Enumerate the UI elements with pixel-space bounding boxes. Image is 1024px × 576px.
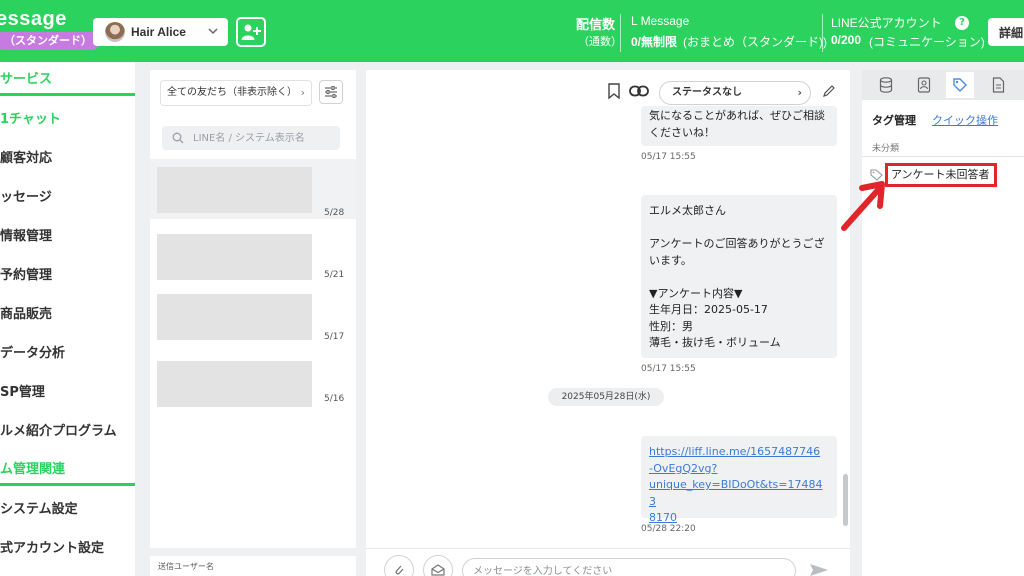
stat-line-value: 0/200	[831, 33, 862, 47]
friend-last-date: 5/28	[324, 208, 345, 218]
sidebar-item-message[interactable]: ッセージ	[0, 186, 52, 205]
bookmark-icon[interactable]	[607, 83, 621, 99]
divider	[822, 14, 823, 52]
link-icon[interactable]	[629, 85, 649, 97]
top-header: essage （スタンダード） Hair Alice 配信数 （通数） L Me…	[0, 0, 1024, 62]
app-brand: essage	[0, 8, 67, 30]
sidebar-item-asp[interactable]: SP管理	[0, 381, 45, 400]
sidebar-item-system-settings[interactable]: システム設定	[0, 498, 78, 517]
sidebar-item-official-account[interactable]: 式アカウント設定	[0, 537, 104, 556]
tab-more[interactable]	[1016, 72, 1024, 98]
message-bubble: エルメ太郎さん アンケートのご回答ありがとうござ います。 ▼アンケート内容▼ …	[641, 195, 837, 358]
stat-line-sub: (コミュニケーション)	[869, 35, 985, 49]
friend-avatar-blurred	[157, 234, 312, 280]
sidebar-section-service: サービス	[0, 72, 53, 87]
stat-delivery-sub: （通数）	[578, 36, 622, 48]
stat-delivery-label: 配信数	[576, 17, 616, 32]
sidebar-item-referral[interactable]: ルメ紹介プログラム	[0, 420, 117, 439]
status-label: ステータスなし	[672, 87, 742, 98]
person-plus-icon	[241, 24, 261, 40]
send-icon[interactable]	[809, 563, 829, 576]
stat-line-label: LINE公式アカウント	[831, 16, 942, 30]
chevron-right-icon: ›	[300, 86, 305, 99]
sender-label: 送信ユーザー名	[158, 562, 214, 571]
search-icon	[172, 132, 184, 144]
annotation-arrow	[841, 181, 885, 231]
stat-lmessage-label: L Message	[631, 14, 690, 28]
avatar	[105, 22, 125, 42]
sidebar-item-sales[interactable]: 商品販売	[0, 303, 52, 322]
paperclip-icon	[395, 565, 404, 575]
friend-last-date: 5/17	[324, 332, 345, 342]
tab-tags[interactable]	[946, 72, 974, 98]
section-divider	[0, 483, 135, 486]
contact-card-icon	[917, 77, 931, 93]
message-bubble: 気になることがあれば、ぜひご相談 くださいね！	[641, 106, 837, 146]
tag-category-label: 未分類	[872, 144, 900, 154]
sidebar-item-chat[interactable]: 1チャット	[0, 108, 61, 127]
stat-lmessage-sub: (おまとめ（スタンダード))	[683, 35, 827, 49]
chat-scrollbar[interactable]	[843, 474, 848, 526]
friend-avatar-blurred	[157, 294, 312, 340]
tab-notes[interactable]	[984, 72, 1012, 98]
detail-button[interactable]: 詳細	[988, 18, 1024, 46]
sidebar-section-system: ム管理関連	[0, 462, 66, 477]
section-divider	[0, 93, 135, 96]
add-friend-button[interactable]	[236, 17, 266, 47]
message-link[interactable]: https://liff.line.me/1657487746 -OvEgQ2v…	[649, 445, 823, 524]
tag-chip-unanswered[interactable]: アンケート未回答者	[885, 163, 997, 187]
sidebar-item-info[interactable]: 情報管理	[0, 225, 52, 244]
sidebar-item-reservation[interactable]: 予約管理	[0, 264, 52, 283]
chevron-down-icon	[208, 28, 218, 35]
database-icon	[879, 77, 893, 93]
sidebar-item-analytics[interactable]: データ分析	[0, 342, 65, 361]
friend-avatar-blurred	[157, 167, 312, 213]
tab-database[interactable]	[872, 72, 900, 98]
friend-last-date: 5/21	[324, 270, 345, 280]
chevron-right-icon: ›	[797, 86, 802, 99]
tag-icon	[953, 78, 967, 92]
friend-search-input[interactable]	[162, 126, 340, 150]
status-dropdown[interactable]: ステータスなし ›	[659, 81, 811, 105]
tab-profile[interactable]	[910, 72, 938, 98]
filter-label: 全ての友だち（非表示除く）	[167, 87, 297, 98]
message-bubble: https://liff.line.me/1657487746 -OvEgQ2v…	[641, 436, 837, 524]
message-timestamp: 05/17 15:55	[641, 364, 696, 374]
sidebar-item-customer[interactable]: 顧客対応	[0, 147, 52, 166]
divider	[862, 156, 1024, 157]
plan-badge: （スタンダード）	[0, 32, 100, 50]
tag-management-title: タグ管理	[872, 114, 916, 127]
message-timestamp: 05/28 22:20	[641, 524, 696, 534]
quick-action-link[interactable]: クイック操作	[932, 112, 998, 128]
date-separator: 2025年05月28日(水)	[548, 388, 664, 406]
pencil-icon[interactable]	[822, 84, 836, 98]
help-icon[interactable]: ?	[955, 16, 969, 30]
envelope-icon	[431, 564, 445, 576]
filter-settings-button[interactable]	[319, 80, 343, 104]
account-selector[interactable]: Hair Alice	[93, 18, 228, 46]
friend-filter-dropdown[interactable]: 全ての友だち（非表示除く） ›	[160, 80, 312, 106]
message-timestamp: 05/17 15:55	[641, 152, 696, 162]
divider	[620, 14, 621, 52]
sliders-icon	[325, 86, 337, 98]
message-input[interactable]	[462, 558, 796, 576]
friend-last-date: 5/16	[324, 394, 345, 404]
stat-lmessage-value: 0/無制限	[631, 35, 678, 49]
friend-avatar-blurred	[157, 361, 312, 407]
account-name: Hair Alice	[131, 25, 186, 39]
document-icon	[992, 77, 1004, 93]
